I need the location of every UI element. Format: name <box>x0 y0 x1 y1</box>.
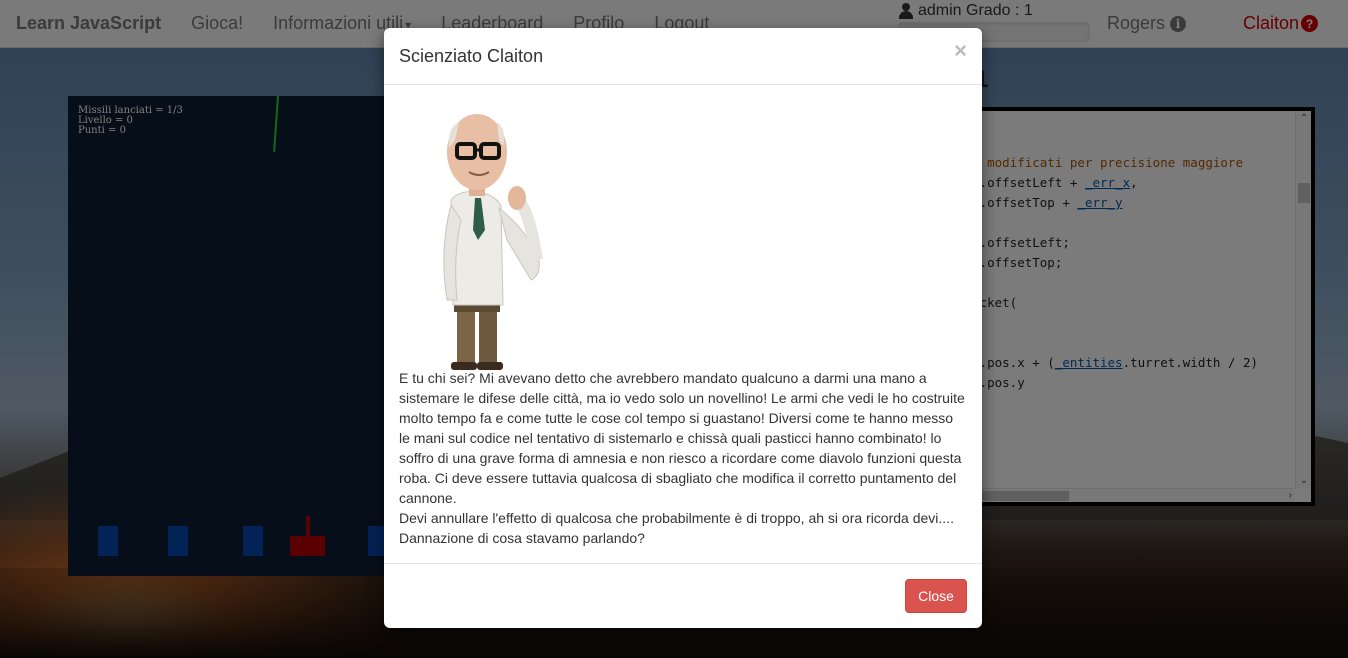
modal-paragraph: Devi annullare l'effetto di qualcosa che… <box>399 510 954 546</box>
scientist-modal: Scienziato Claiton × E tu chi sei? Mi av… <box>384 28 982 628</box>
close-button[interactable]: Close <box>905 579 967 613</box>
close-icon[interactable]: × <box>954 40 967 62</box>
modal-text: E tu chi sei? Mi avevano detto che avreb… <box>399 368 967 548</box>
modal-footer: Close <box>384 563 982 628</box>
modal-paragraph: E tu chi sei? Mi avevano detto che avreb… <box>399 370 965 506</box>
scientist-image <box>443 114 543 370</box>
modal-header: Scienziato Claiton × <box>384 28 982 85</box>
modal-body: E tu chi sei? Mi avevano detto che avreb… <box>384 85 982 563</box>
modal-title: Scienziato Claiton <box>399 45 544 66</box>
